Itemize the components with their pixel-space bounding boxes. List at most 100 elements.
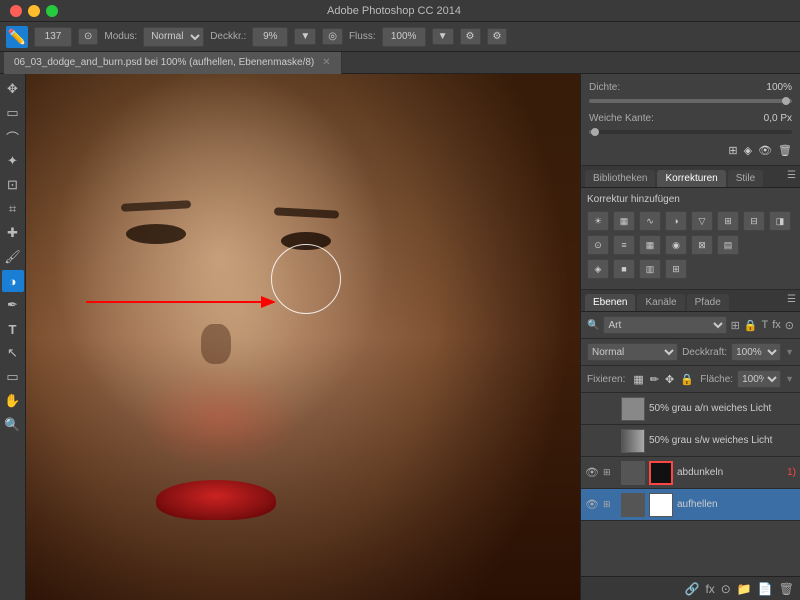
crop-tool[interactable]: ⊡ xyxy=(2,174,24,196)
colorrange-icon[interactable]: ◈ xyxy=(744,144,752,157)
mask-icon[interactable]: ⊞ xyxy=(728,144,737,157)
tab-close-icon[interactable]: ✕ xyxy=(322,57,330,68)
list-item[interactable]: 👁 ⊞ aufhellen xyxy=(581,489,800,521)
brush-tool-active[interactable]: ✏️ xyxy=(6,26,28,48)
korr-channelmix[interactable]: ≡ xyxy=(613,235,635,255)
deckkraft-adjust-btn[interactable]: ▼ xyxy=(294,28,316,45)
eye-icon[interactable]: 👁 xyxy=(758,144,772,157)
tab-bibliotheken[interactable]: Bibliotheken xyxy=(585,170,655,187)
new-layer-footer-icon[interactable]: 📄 xyxy=(758,582,773,596)
fix-transparent-icon[interactable]: ▦ xyxy=(633,373,643,386)
tab-kanaele[interactable]: Kanäle xyxy=(637,294,684,311)
deckkraft-layer-select[interactable]: 100% xyxy=(731,343,781,361)
fx-icon[interactable]: fx xyxy=(772,319,781,331)
korr-hsl[interactable]: ⊞ xyxy=(717,211,739,231)
tab-pfade[interactable]: Pfade xyxy=(687,294,729,311)
close-button[interactable] xyxy=(10,5,22,17)
pen-tool[interactable]: ✒ xyxy=(2,294,24,316)
hand-tool[interactable]: ✋ xyxy=(2,390,24,412)
flaeche-dropdown-icon[interactable]: ▼ xyxy=(785,374,794,384)
lock-icon[interactable]: 🔒 xyxy=(744,319,758,332)
korr-levels[interactable]: ▦ xyxy=(613,211,635,231)
layer-link-icon: ⊞ xyxy=(603,499,617,510)
blend-mode-select[interactable]: Normal xyxy=(587,343,678,361)
fix-position-icon[interactable]: ✥ xyxy=(665,373,674,386)
korr-threshold[interactable]: ⊠ xyxy=(691,235,713,255)
add-style-icon[interactable]: fx xyxy=(705,582,714,596)
tab-ebenen[interactable]: Ebenen xyxy=(585,294,635,311)
korr-gradient[interactable]: ▦ xyxy=(639,235,661,255)
delete-icon[interactable]: 🗑 xyxy=(778,144,792,157)
canvas-area[interactable] xyxy=(26,74,580,600)
brush-size-value[interactable]: 137 xyxy=(34,27,72,47)
zoom-tool[interactable]: 🔍 xyxy=(2,414,24,436)
type-icon[interactable]: T xyxy=(761,319,768,331)
brush-tool[interactable]: 🖌 xyxy=(2,246,24,268)
korr-exposure[interactable]: ◑ xyxy=(665,211,687,231)
add-mask-icon[interactable]: ⊙ xyxy=(721,582,731,596)
lasso-tool[interactable]: ⌒ xyxy=(2,126,24,148)
korr-brightness[interactable]: ☀ xyxy=(587,211,609,231)
document-tab[interactable]: 06_03_dodge_and_burn.psd bei 100% (aufhe… xyxy=(4,52,342,74)
korr-curves[interactable]: ∿ xyxy=(639,211,661,231)
flaeche-select[interactable]: 100% xyxy=(737,370,781,388)
mode-select[interactable]: Normal xyxy=(143,27,204,47)
type-tool[interactable]: T xyxy=(2,318,24,340)
korr-selective[interactable]: ◉ xyxy=(665,235,687,255)
brush-size-btn[interactable]: ⊙ xyxy=(78,28,98,45)
extra-btn2[interactable]: ⚙ xyxy=(487,28,508,45)
eyedropper-tool[interactable]: ⌗ xyxy=(2,198,24,220)
fluss-adjust-btn[interactable]: ▼ xyxy=(432,28,454,45)
panel-menu-icon[interactable]: ☰ xyxy=(787,170,796,187)
korr-bw[interactable]: ◨ xyxy=(769,211,791,231)
art-select[interactable]: Art xyxy=(603,316,726,334)
korr-gradient2[interactable]: ▥ xyxy=(639,259,661,279)
tab-korrekturen[interactable]: Korrekturen xyxy=(657,170,725,187)
list-item[interactable]: 👁 ⊞ abdunkeln 1) xyxy=(581,457,800,489)
korr-invert[interactable]: ◈ xyxy=(587,259,609,279)
move-tool[interactable]: ✥ xyxy=(2,78,24,100)
korr-colorbalance[interactable]: ⊟ xyxy=(743,211,765,231)
layer-eye-icon[interactable]: 👁 xyxy=(585,498,599,511)
airbrush-btn[interactable]: ◎ xyxy=(322,28,343,45)
link-layers-icon[interactable]: 🔗 xyxy=(685,582,700,596)
dodge-burn-tool[interactable]: ◑ xyxy=(2,270,24,292)
korr-photofilter[interactable]: ⊙ xyxy=(587,235,609,255)
korr-posterize[interactable]: ▤ xyxy=(717,235,739,255)
healing-tool[interactable]: ✚ xyxy=(2,222,24,244)
korr-solidcolor[interactable]: ■ xyxy=(613,259,635,279)
delete-layer-icon[interactable]: 🗑 xyxy=(779,582,794,596)
korr-pattern[interactable]: ⊞ xyxy=(665,259,687,279)
layer-eye-icon[interactable]: 👁 xyxy=(585,466,599,479)
magic-wand-tool[interactable]: ✦ xyxy=(2,150,24,172)
dichte-slider[interactable] xyxy=(589,99,792,103)
mask-layer-icon[interactable]: ⊙ xyxy=(785,319,794,332)
fluss-value[interactable]: 100% xyxy=(382,27,426,47)
list-item[interactable]: 👁 50% grau s/w weiches Licht xyxy=(581,425,800,457)
layers-menu-icon[interactable]: ☰ xyxy=(787,294,796,311)
list-item[interactable]: 👁 50% grau a/n weiches Licht xyxy=(581,393,800,425)
new-layer-icon[interactable]: ⊞ xyxy=(731,319,740,332)
fix-lock-icon[interactable]: 🔒 xyxy=(680,373,694,386)
layer-list: 👁 50% grau a/n weiches Licht 👁 50% grau … xyxy=(581,393,800,576)
flaeche-label: Fläche: xyxy=(700,374,733,385)
deckkraft-value[interactable]: 9% xyxy=(252,27,288,47)
tab-stile[interactable]: Stile xyxy=(728,170,763,187)
minimize-button[interactable] xyxy=(28,5,40,17)
face-overlay xyxy=(26,74,580,600)
maximize-button[interactable] xyxy=(46,5,58,17)
dichte-slider-thumb[interactable] xyxy=(782,97,790,105)
new-group-icon[interactable]: 📁 xyxy=(737,582,752,596)
extra-btn1[interactable]: ⚙ xyxy=(460,28,481,45)
weiche-kante-slider[interactable] xyxy=(589,130,792,134)
path-select-tool[interactable]: ↖ xyxy=(2,342,24,364)
app-title: Adobe Photoshop CC 2014 xyxy=(327,5,461,17)
layers-controls: 🔍 Art ⊞ 🔒 T fx ⊙ xyxy=(581,312,800,339)
fix-pixel-icon[interactable]: ✏ xyxy=(650,373,659,386)
korr-vibrance[interactable]: ▽ xyxy=(691,211,713,231)
marquee-tool[interactable]: ▭ xyxy=(2,102,24,124)
shape-tool[interactable]: ▭ xyxy=(2,366,24,388)
weiche-kante-slider-thumb[interactable] xyxy=(591,128,599,136)
layer-name: abdunkeln xyxy=(677,467,779,478)
blend-dropdown-icon[interactable]: ▼ xyxy=(785,347,794,357)
